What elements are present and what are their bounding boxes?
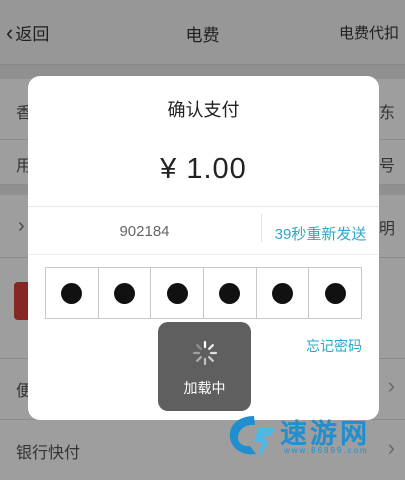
forgot-password-link[interactable]: 忘记密码 bbox=[306, 336, 362, 356]
password-input[interactable] bbox=[45, 267, 362, 319]
password-dot bbox=[61, 282, 83, 304]
site-logo-icon bbox=[229, 416, 276, 458]
resend-code-button[interactable]: 39秒重新发送 bbox=[262, 223, 379, 244]
divider bbox=[28, 206, 379, 207]
loading-spinner-icon bbox=[192, 340, 218, 366]
dialog-title: 确认支付 bbox=[167, 100, 240, 120]
password-digit-cell bbox=[257, 268, 310, 318]
loading-toast: 加载中 bbox=[158, 322, 251, 411]
loading-label: 加载中 bbox=[183, 380, 226, 396]
watermark-url: www.86899.com bbox=[284, 446, 369, 455]
password-dot bbox=[114, 282, 135, 304]
divider bbox=[28, 254, 379, 255]
sms-code-field[interactable]: 902184 bbox=[28, 223, 261, 240]
password-digit-cell bbox=[99, 268, 152, 318]
payment-amount: ¥ 1.00 bbox=[160, 153, 247, 185]
password-digit-cell bbox=[46, 268, 99, 318]
password-dot bbox=[272, 282, 294, 304]
password-dot bbox=[219, 282, 241, 304]
password-dot bbox=[166, 282, 188, 304]
password-digit-cell bbox=[151, 268, 205, 318]
password-digit-cell bbox=[204, 268, 257, 318]
password-digit-cell bbox=[309, 268, 361, 318]
watermark-logo: 速游网 www.86899.com bbox=[224, 408, 399, 472]
password-dot bbox=[324, 282, 346, 304]
